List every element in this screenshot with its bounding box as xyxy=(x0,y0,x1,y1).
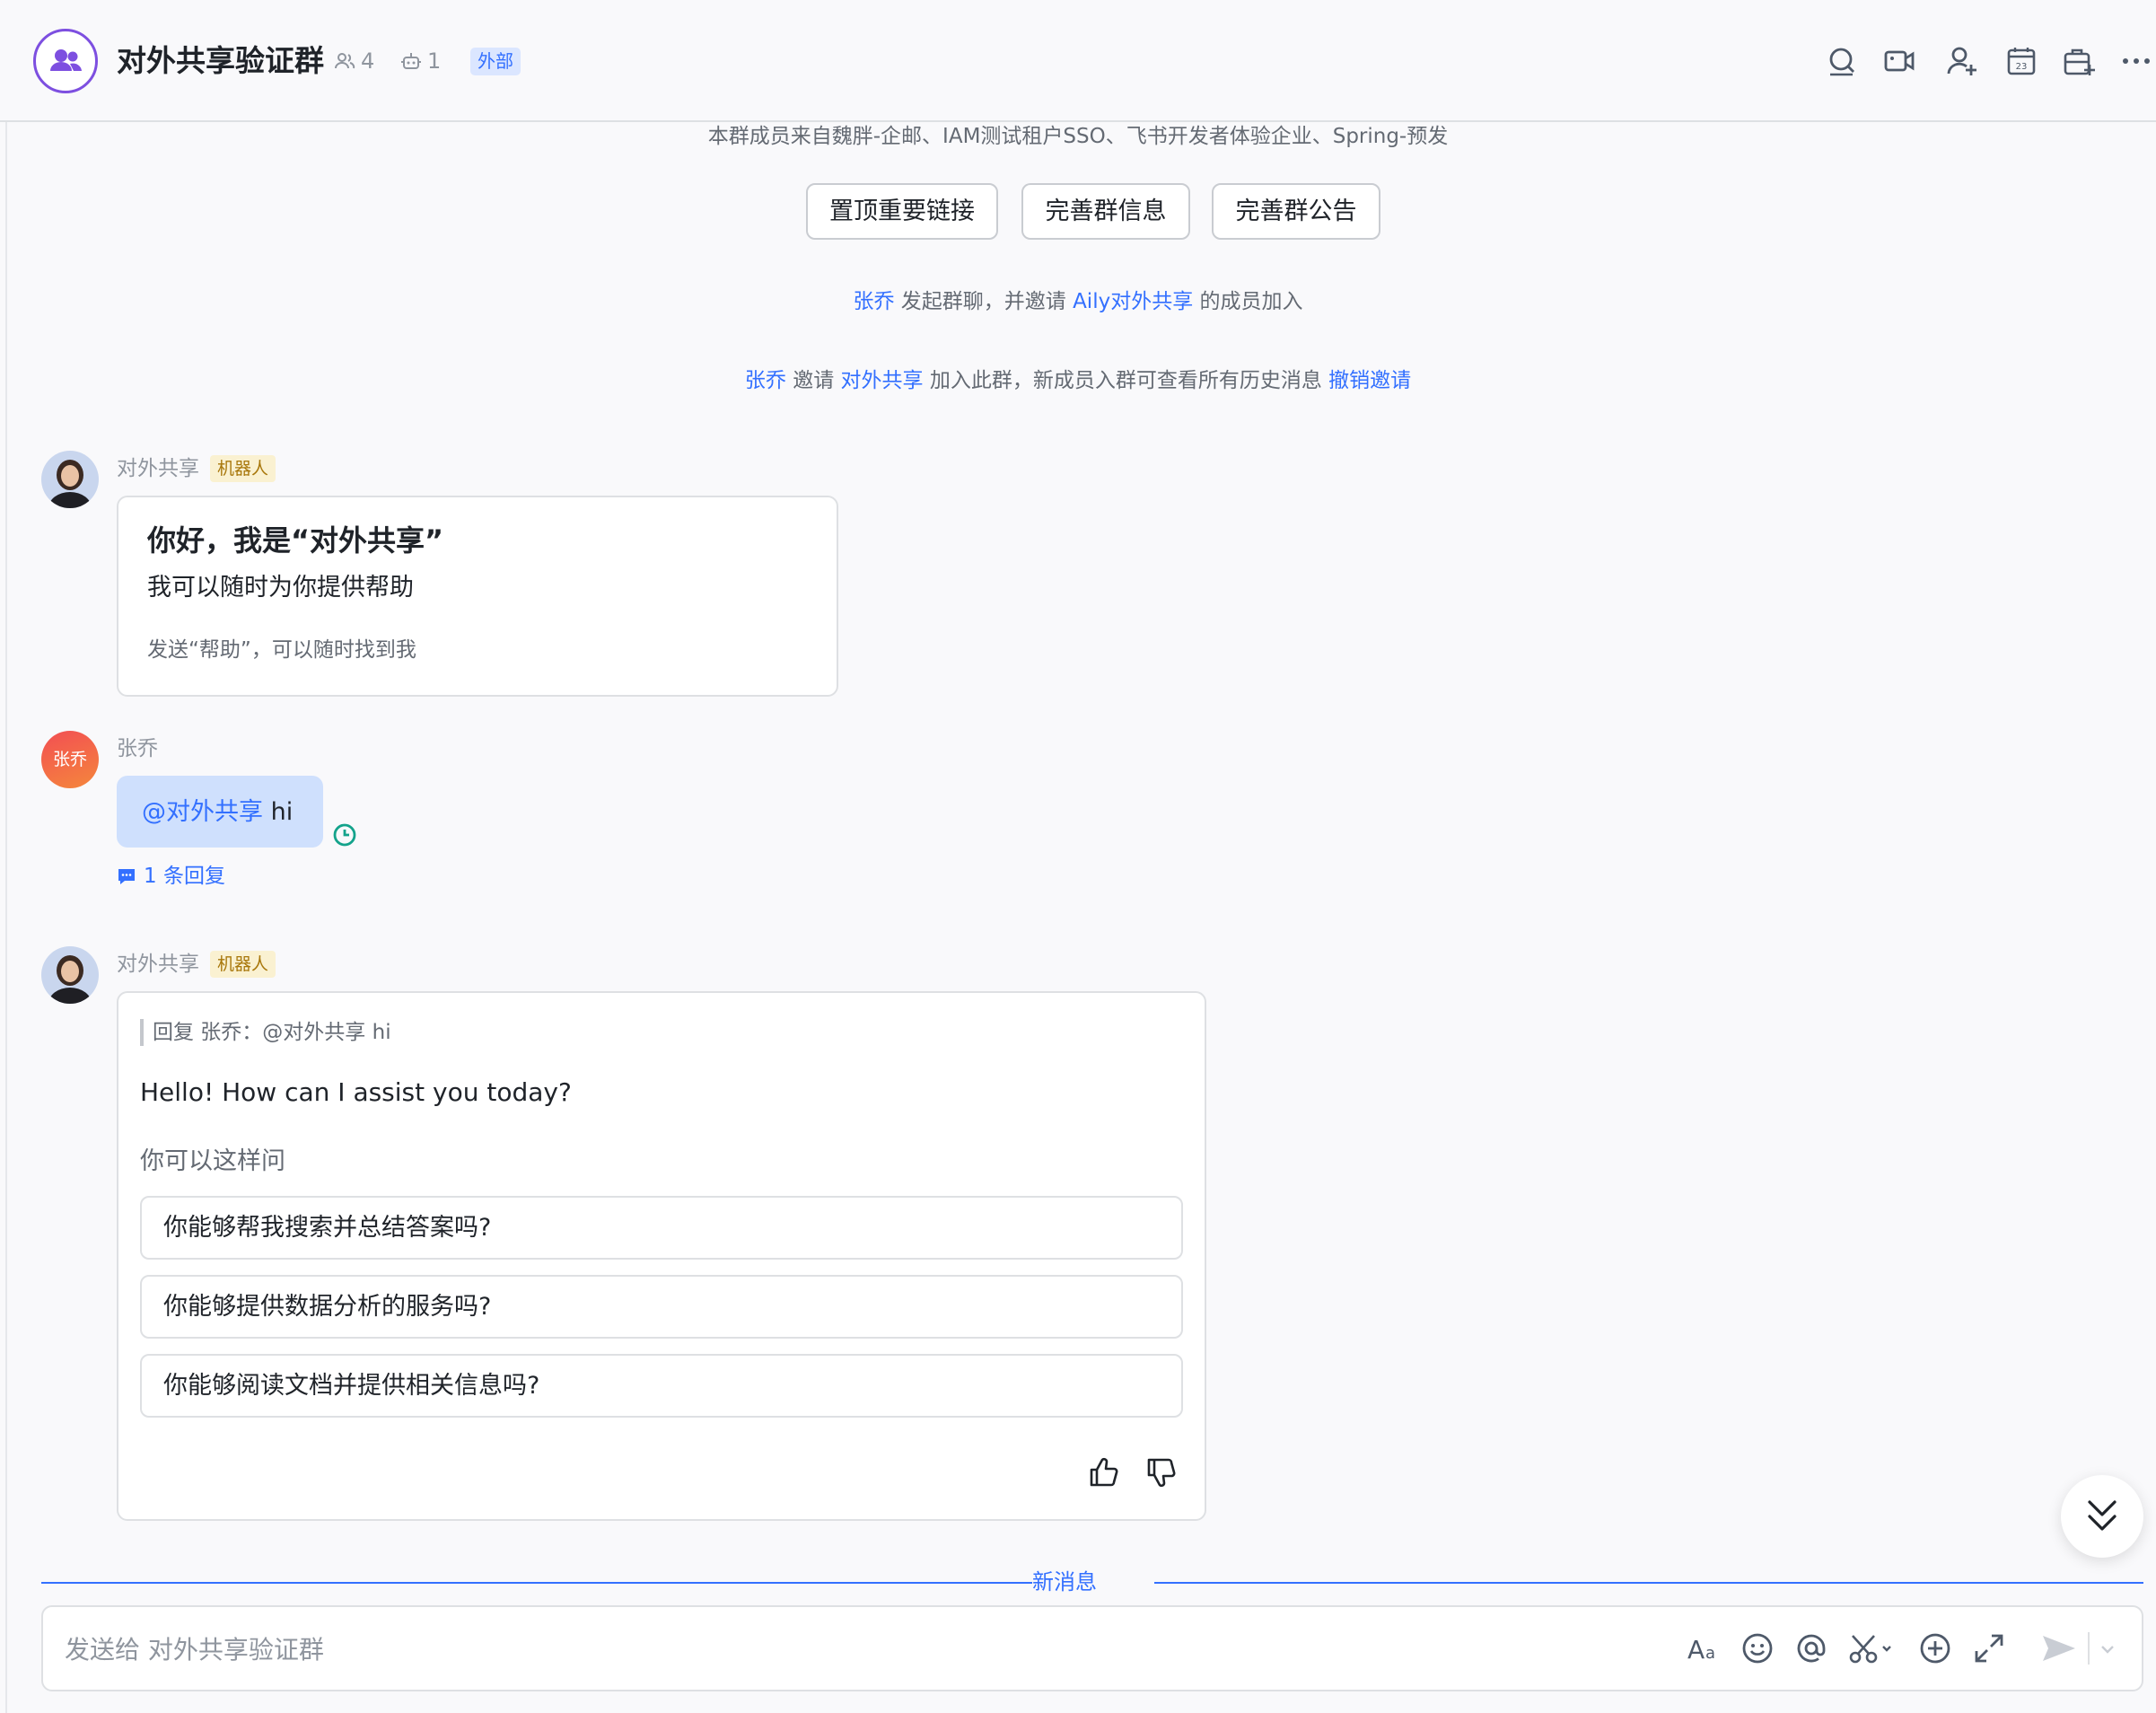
bot-tag: 机器人 xyxy=(210,951,276,978)
bot-count-value: 1 xyxy=(427,48,442,74)
bot-avatar[interactable] xyxy=(41,451,99,508)
send-icon[interactable] xyxy=(2039,1630,2079,1666)
thread-replies-link[interactable]: 1 条回复 xyxy=(117,862,225,891)
robot-icon xyxy=(401,53,421,69)
user-link[interactable]: 张乔 xyxy=(853,290,894,313)
suggestion-button[interactable]: 你能够帮我搜索并总结答案吗? xyxy=(140,1196,1183,1260)
screenshot-scissors-icon[interactable] xyxy=(1847,1630,1897,1666)
suggestion-button[interactable]: 你能够提供数据分析的服务吗? xyxy=(140,1275,1183,1339)
system-text: 加入此群，新成员入群可查看所有历史消息 xyxy=(929,369,1322,392)
bot-count[interactable]: 1 xyxy=(400,47,441,75)
system-text: 邀请 xyxy=(793,369,835,392)
add-icon[interactable] xyxy=(1917,1630,1953,1666)
reply-quote[interactable]: 回复 张乔：@对外共享 hi xyxy=(140,1019,391,1046)
invitee-link[interactable]: 对外共享 xyxy=(841,369,924,392)
group-title[interactable]: 对外共享验证群 xyxy=(117,41,324,81)
message-text: hi xyxy=(270,798,294,826)
add-member-icon[interactable] xyxy=(1946,45,1978,77)
sender-name[interactable]: 对外共享 xyxy=(117,950,199,979)
member-count[interactable]: 4 xyxy=(334,47,374,75)
video-call-icon[interactable] xyxy=(1883,45,1915,77)
user-link[interactable]: 张乔 xyxy=(745,369,786,392)
system-message-created: 张乔 发起群聊，并邀请 Aily对外共享 的成员加入 xyxy=(0,287,2156,316)
system-message-invited: 张乔 邀请 对外共享 加入此群，新成员入群可查看所有历史消息 撤销邀请 xyxy=(0,366,2156,395)
replies-count: 1 条回复 xyxy=(144,865,225,888)
send-divider xyxy=(2088,1632,2090,1665)
svg-text:a: a xyxy=(1705,1644,1715,1663)
mention-link[interactable]: @对外共享 xyxy=(142,798,263,826)
search-icon[interactable] xyxy=(1826,45,1858,77)
welcome-title: 你好，我是“对外共享” xyxy=(147,523,444,558)
sender-name[interactable]: 对外共享 xyxy=(117,454,199,483)
welcome-hint: 发送“帮助”，可以随时找到我 xyxy=(147,638,416,662)
chevron-down-icon[interactable] xyxy=(2095,1630,2120,1666)
group-notice-button[interactable]: 完善群公告 xyxy=(1212,183,1380,240)
text-format-icon[interactable]: Aa xyxy=(1686,1630,1722,1666)
thumbs-down-icon[interactable] xyxy=(1145,1456,1178,1489)
chat-header: 对外共享验证群 4 1 外部 23 xyxy=(0,0,2156,122)
suggest-label: 你可以这样问 xyxy=(140,1147,285,1175)
new-message-divider-left xyxy=(41,1582,1032,1584)
avatar-portrait xyxy=(41,451,99,508)
new-message-label: 新消息 xyxy=(1032,1569,1097,1594)
group-avatar[interactable] xyxy=(33,29,98,93)
bot-tag: 机器人 xyxy=(210,455,276,482)
group-link[interactable]: Aily对外共享 xyxy=(1073,290,1193,313)
avatar-portrait xyxy=(41,946,99,1004)
members-origin-note: 本群成员来自魏胖-企邮、IAM测试租户SSO、飞书开发者体验企业、Spring-… xyxy=(707,125,1449,148)
svg-text:23: 23 xyxy=(2016,62,2028,72)
system-text: 的成员加入 xyxy=(1199,290,1303,313)
mention-icon[interactable] xyxy=(1793,1630,1829,1666)
calendar-icon[interactable]: 23 xyxy=(2005,45,2038,77)
members-icon xyxy=(335,53,355,69)
user-message-bubble[interactable]: @对外共享 hi xyxy=(117,776,323,848)
double-chevron-down-icon xyxy=(2088,1500,2117,1531)
svg-text:A: A xyxy=(1687,1635,1705,1665)
pin-links-button[interactable]: 置顶重要链接 xyxy=(806,183,998,240)
comment-icon xyxy=(118,869,135,884)
new-message-divider-right xyxy=(1154,1582,2143,1584)
expand-icon[interactable] xyxy=(1971,1630,2007,1666)
message-input[interactable] xyxy=(65,1627,1411,1672)
window-left-border xyxy=(5,0,7,1713)
system-text: 发起群聊，并邀请 xyxy=(900,290,1066,313)
emoji-icon[interactable] xyxy=(1740,1630,1775,1666)
sending-clock-icon xyxy=(333,823,356,847)
welcome-card: 你好，我是“对外共享” 我可以随时为你提供帮助 发送“帮助”，可以随时找到我 xyxy=(117,496,838,697)
revoke-invite-link[interactable]: 撤销邀请 xyxy=(1328,369,1411,392)
scroll-to-bottom-button[interactable] xyxy=(2061,1475,2143,1558)
external-badge: 外部 xyxy=(470,48,521,75)
welcome-subtitle: 我可以随时为你提供帮助 xyxy=(147,574,414,602)
sender-name[interactable]: 张乔 xyxy=(117,734,158,763)
group-info-button[interactable]: 完善群信息 xyxy=(1021,183,1190,240)
bot-avatar[interactable] xyxy=(41,946,99,1004)
member-count-value: 4 xyxy=(361,48,375,74)
user-avatar-text: 张乔 xyxy=(52,750,87,769)
user-avatar[interactable]: 张乔 xyxy=(41,731,99,788)
toolbox-icon[interactable] xyxy=(2063,45,2095,77)
group-icon xyxy=(50,49,82,71)
reply-text: Hello! How can I assist you today? xyxy=(140,1077,572,1107)
suggestion-button[interactable]: 你能够阅读文档并提供相关信息吗? xyxy=(140,1354,1183,1418)
more-icon[interactable] xyxy=(2120,45,2152,77)
thumbs-up-icon[interactable] xyxy=(1088,1456,1120,1489)
